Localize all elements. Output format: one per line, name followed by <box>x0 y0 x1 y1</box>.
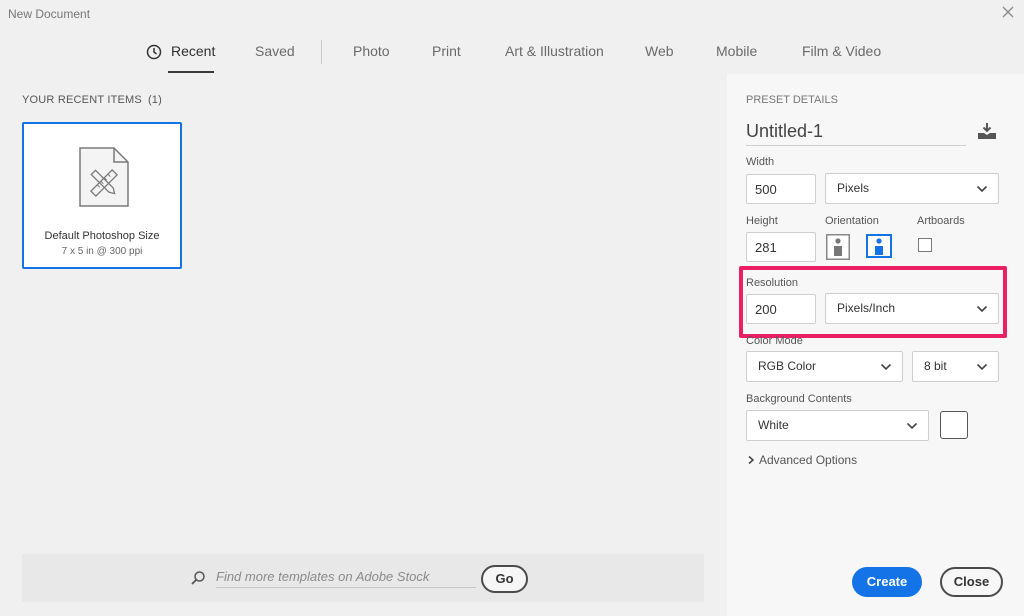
go-button[interactable]: Go <box>481 565 528 593</box>
tab-web[interactable]: Web <box>645 43 674 59</box>
bit-depth-select[interactable]: 8 bit <box>912 351 999 382</box>
portrait-orientation-icon[interactable] <box>826 234 850 260</box>
document-preset-icon <box>79 147 129 207</box>
tab-saved[interactable]: Saved <box>255 43 295 59</box>
tab-photo[interactable]: Photo <box>353 43 390 59</box>
tab-divider <box>321 40 322 64</box>
resolution-field[interactable] <box>746 294 816 324</box>
tab-film-video[interactable]: Film & Video <box>802 43 881 59</box>
recent-item-card[interactable]: Default Photoshop Size 7 x 5 in @ 300 pp… <box>22 122 182 269</box>
tab-recent[interactable]: Recent <box>171 43 215 59</box>
active-tab-underline <box>168 71 214 73</box>
recent-items-title: YOUR RECENT ITEMS <box>22 94 142 106</box>
recent-item-title: Default Photoshop Size <box>44 230 160 242</box>
width-label: Width <box>746 156 775 168</box>
category-tabs: Recent Saved Photo Print Art & Illustrat… <box>0 28 1024 74</box>
title-bar: New Document <box>0 0 1024 28</box>
close-icon[interactable] <box>1000 4 1016 20</box>
resolution-label: Resolution <box>746 277 798 289</box>
recent-items-header: YOUR RECENT ITEMS (1) <box>22 94 162 106</box>
resolution-unit-select[interactable]: Pixels/Inch <box>825 293 999 324</box>
advanced-options-toggle[interactable]: Advanced Options <box>746 453 857 467</box>
preset-details-panel: PRESET DETAILS Width Pixels Height Orien… <box>727 74 1024 616</box>
search-icon <box>191 571 205 585</box>
chevron-down-icon <box>976 305 988 313</box>
save-preset-icon[interactable] <box>977 122 997 140</box>
tab-print[interactable]: Print <box>432 43 461 59</box>
recent-item-subtitle: 7 x 5 in @ 300 ppi <box>61 246 143 257</box>
chevron-down-icon <box>880 363 892 371</box>
chevron-down-icon <box>976 185 988 193</box>
preset-details-label: PRESET DETAILS <box>746 94 838 106</box>
advanced-options-label: Advanced Options <box>759 453 858 467</box>
artboards-checkbox[interactable] <box>918 238 932 252</box>
create-button[interactable]: Create <box>852 567 922 597</box>
window-title: New Document <box>8 7 91 21</box>
tab-mobile[interactable]: Mobile <box>716 43 757 59</box>
chevron-down-icon <box>976 363 988 371</box>
background-contents-select[interactable]: White <box>746 410 929 441</box>
background-contents-value: White <box>758 418 789 432</box>
background-color-swatch[interactable] <box>940 411 968 439</box>
stock-search-bar: Go <box>22 554 704 602</box>
bit-depth-value: 8 bit <box>924 359 947 373</box>
chevron-right-icon <box>748 455 755 465</box>
width-unit-select[interactable]: Pixels <box>825 173 999 204</box>
landscape-orientation-icon[interactable] <box>866 234 892 258</box>
color-mode-label: Color Mode <box>746 335 803 347</box>
orientation-label: Orientation <box>825 215 879 227</box>
recent-items-panel: YOUR RECENT ITEMS (1) Default Photoshop S… <box>0 74 727 616</box>
close-button[interactable]: Close <box>940 567 1003 597</box>
color-mode-value: RGB Color <box>758 359 817 373</box>
height-field[interactable] <box>746 232 816 262</box>
height-label: Height <box>746 215 778 227</box>
clock-icon <box>146 44 162 60</box>
background-contents-label: Background Contents <box>746 393 852 405</box>
stock-search-input[interactable] <box>216 566 476 588</box>
resolution-unit-value: Pixels/Inch <box>837 301 896 315</box>
chevron-down-icon <box>906 422 918 430</box>
artboards-label: Artboards <box>917 215 965 227</box>
recent-items-count: (1) <box>147 94 162 106</box>
color-mode-select[interactable]: RGB Color <box>746 351 903 382</box>
document-name-field[interactable] <box>746 118 966 146</box>
tab-art-illustration[interactable]: Art & Illustration <box>505 43 604 59</box>
width-field[interactable] <box>746 174 816 204</box>
width-unit-value: Pixels <box>837 181 870 195</box>
